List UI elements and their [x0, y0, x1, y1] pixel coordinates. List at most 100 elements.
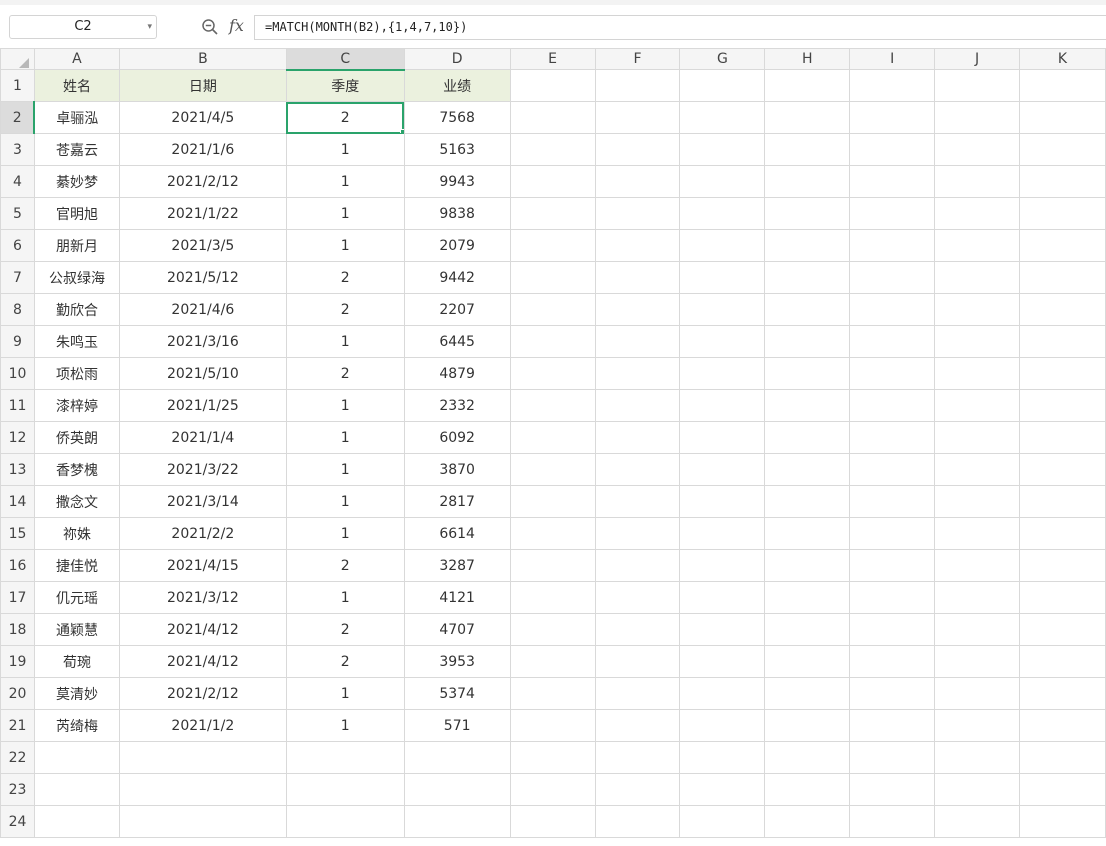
chevron-down-icon[interactable]: ▾	[147, 16, 152, 38]
empty-cell[interactable]	[1019, 261, 1106, 294]
empty-cell[interactable]	[849, 485, 936, 518]
cell-d19[interactable]: 3953	[403, 645, 511, 678]
cell-b21[interactable]: 2021/1/2	[118, 709, 287, 742]
empty-cell[interactable]	[1019, 133, 1106, 166]
empty-cell[interactable]	[509, 741, 596, 774]
empty-cell[interactable]	[764, 677, 851, 710]
header-cell[interactable]: 季度	[285, 69, 405, 102]
empty-cell[interactable]	[934, 805, 1021, 838]
empty-cell[interactable]	[764, 453, 851, 486]
cell-d14[interactable]: 2817	[403, 485, 511, 518]
cell-c17[interactable]: 1	[285, 581, 405, 614]
empty-cell[interactable]	[679, 581, 766, 614]
row-header[interactable]: 2	[0, 101, 36, 134]
empty-cell[interactable]	[934, 261, 1021, 294]
empty-cell[interactable]	[849, 677, 936, 710]
empty-cell[interactable]	[764, 645, 851, 678]
empty-cell[interactable]	[285, 805, 405, 838]
empty-cell[interactable]	[594, 133, 681, 166]
empty-cell[interactable]	[849, 613, 936, 646]
row-header[interactable]: 23	[0, 773, 35, 806]
cell-a8[interactable]: 勤欣合	[33, 293, 120, 326]
cell-a12[interactable]: 侨英朗	[33, 421, 120, 454]
cell-c10[interactable]: 2	[285, 357, 405, 390]
cell-d5[interactable]: 9838	[403, 197, 511, 230]
row-header[interactable]: 17	[0, 581, 35, 614]
empty-cell[interactable]	[1019, 709, 1106, 742]
empty-cell[interactable]	[764, 101, 851, 134]
empty-cell[interactable]	[764, 805, 851, 838]
empty-cell[interactable]	[934, 357, 1021, 390]
empty-cell[interactable]	[1019, 293, 1106, 326]
empty-cell[interactable]	[934, 133, 1021, 166]
cell-d16[interactable]: 3287	[403, 549, 511, 582]
empty-cell[interactable]	[509, 421, 596, 454]
empty-cell[interactable]	[594, 613, 681, 646]
cell-d3[interactable]: 5163	[403, 133, 511, 166]
row-header[interactable]: 5	[0, 197, 35, 230]
empty-cell[interactable]	[934, 389, 1021, 422]
row-header[interactable]: 24	[0, 805, 35, 838]
cell-a16[interactable]: 捷佳悦	[33, 549, 120, 582]
cell-c5[interactable]: 1	[285, 197, 405, 230]
row-header[interactable]: 11	[0, 389, 35, 422]
empty-cell[interactable]	[594, 421, 681, 454]
row-header[interactable]: 6	[0, 229, 35, 262]
cell-a9[interactable]: 朱鸣玉	[33, 325, 120, 358]
cell-d8[interactable]: 2207	[403, 293, 511, 326]
cell-a15[interactable]: 祢姝	[33, 517, 120, 550]
empty-cell[interactable]	[1019, 197, 1106, 230]
cell-c13[interactable]: 1	[285, 453, 405, 486]
empty-cell[interactable]	[934, 165, 1021, 198]
empty-cell[interactable]	[509, 677, 596, 710]
empty-cell[interactable]	[679, 69, 766, 102]
empty-cell[interactable]	[934, 773, 1021, 806]
empty-cell[interactable]	[594, 773, 681, 806]
empty-cell[interactable]	[934, 677, 1021, 710]
empty-cell[interactable]	[33, 741, 120, 774]
empty-cell[interactable]	[764, 69, 851, 102]
cell-b18[interactable]: 2021/4/12	[118, 613, 287, 646]
empty-cell[interactable]	[594, 805, 681, 838]
empty-cell[interactable]	[509, 645, 596, 678]
cell-d20[interactable]: 5374	[403, 677, 511, 710]
empty-cell[interactable]	[509, 197, 596, 230]
empty-cell[interactable]	[1019, 229, 1106, 262]
empty-cell[interactable]	[849, 453, 936, 486]
empty-cell[interactable]	[509, 517, 596, 550]
cell-d6[interactable]: 2079	[403, 229, 511, 262]
cell-c19[interactable]: 2	[285, 645, 405, 678]
empty-cell[interactable]	[118, 773, 287, 806]
empty-cell[interactable]	[594, 261, 681, 294]
empty-cell[interactable]	[764, 421, 851, 454]
empty-cell[interactable]	[403, 741, 511, 774]
empty-cell[interactable]	[679, 357, 766, 390]
empty-cell[interactable]	[509, 165, 596, 198]
cell-a20[interactable]: 莫清妙	[33, 677, 120, 710]
empty-cell[interactable]	[403, 805, 511, 838]
row-header[interactable]: 14	[0, 485, 35, 518]
select-all-corner[interactable]	[0, 48, 35, 70]
empty-cell[interactable]	[679, 453, 766, 486]
row-header[interactable]: 8	[0, 293, 35, 326]
empty-cell[interactable]	[934, 69, 1021, 102]
header-cell[interactable]: 日期	[118, 69, 287, 102]
empty-cell[interactable]	[679, 293, 766, 326]
empty-cell[interactable]	[934, 581, 1021, 614]
empty-cell[interactable]	[679, 165, 766, 198]
empty-cell[interactable]	[594, 165, 681, 198]
empty-cell[interactable]	[594, 325, 681, 358]
empty-cell[interactable]	[934, 645, 1021, 678]
empty-cell[interactable]	[403, 773, 511, 806]
empty-cell[interactable]	[849, 69, 936, 102]
empty-cell[interactable]	[1019, 69, 1106, 102]
empty-cell[interactable]	[509, 549, 596, 582]
empty-cell[interactable]	[764, 581, 851, 614]
empty-cell[interactable]	[594, 709, 681, 742]
empty-cell[interactable]	[764, 229, 851, 262]
empty-cell[interactable]	[849, 101, 936, 134]
empty-cell[interactable]	[594, 101, 681, 134]
row-header[interactable]: 16	[0, 549, 35, 582]
empty-cell[interactable]	[1019, 773, 1106, 806]
empty-cell[interactable]	[509, 357, 596, 390]
